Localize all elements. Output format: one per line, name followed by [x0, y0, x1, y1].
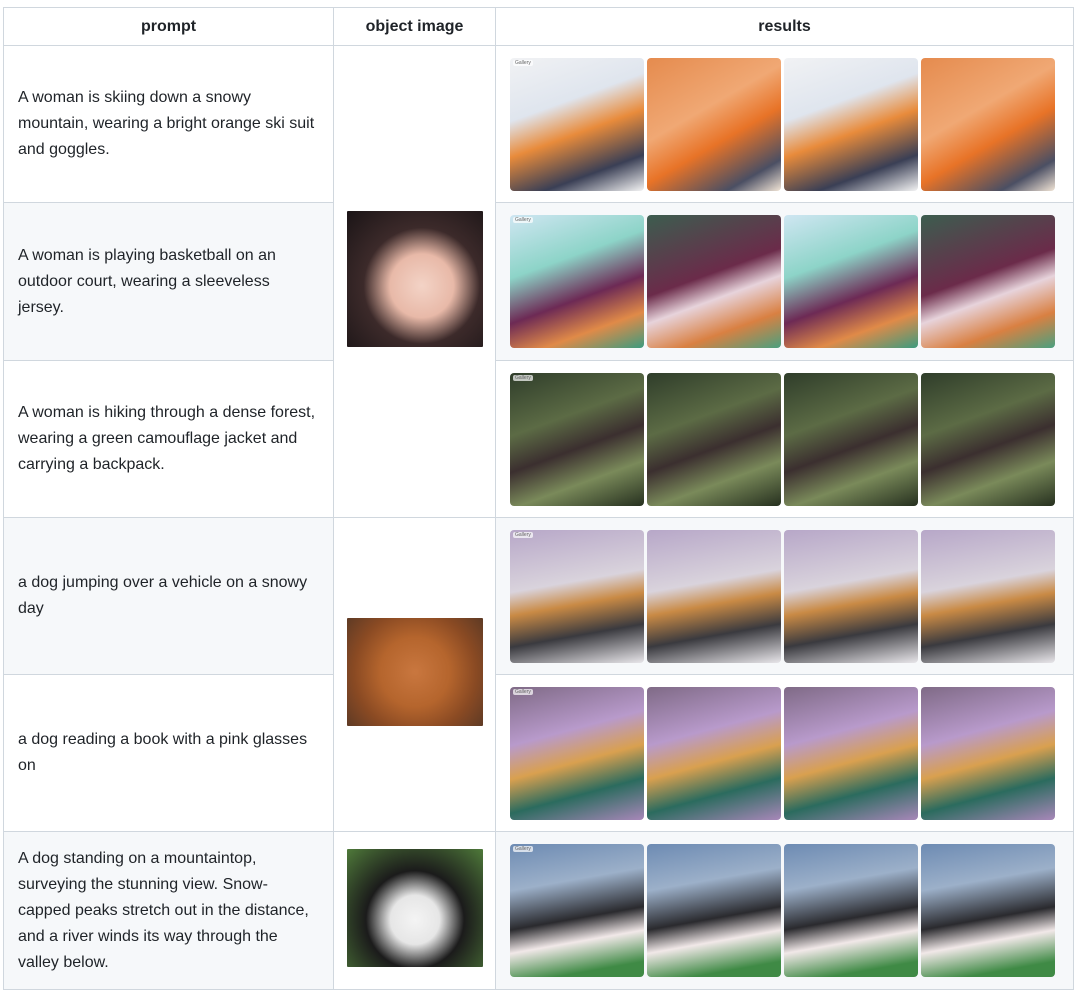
object-image-cell — [333, 831, 496, 990]
prompt-cell: a dog reading a book with a pink glasses… — [3, 674, 334, 832]
result-image: Gallery — [510, 529, 644, 663]
table-row: A woman is hiking through a dense forest… — [3, 360, 1074, 518]
result-image — [647, 686, 781, 820]
result-image — [921, 215, 1055, 348]
prompt-cell: A woman is hiking through a dense forest… — [3, 360, 334, 518]
result-image — [921, 844, 1055, 977]
result-image: Gallery — [510, 215, 644, 348]
table-row: A dog standing on a mountaintop, surveyi… — [3, 831, 1074, 990]
results-cell: Gallery — [495, 517, 1074, 675]
table-row: A woman is playing basketball on an outd… — [3, 202, 1074, 361]
result-image — [647, 529, 781, 663]
header-results: results — [495, 7, 1074, 46]
results-cell: Gallery — [495, 202, 1074, 361]
result-image — [784, 686, 918, 820]
object-image-dog-border-collie — [346, 849, 483, 967]
prompt-cell: A woman is skiing down a snowy mountain,… — [3, 45, 334, 203]
result-image — [647, 372, 781, 506]
result-image — [647, 57, 781, 191]
results-cell: Gallery — [495, 831, 1074, 990]
object-image-cell — [333, 517, 496, 832]
results-cell: Gallery — [495, 45, 1074, 203]
header-prompt: prompt — [3, 7, 334, 46]
result-image: Gallery — [510, 372, 644, 506]
result-image: Gallery — [510, 57, 644, 191]
table-row: A woman is skiing down a snowy mountain,… — [3, 45, 1074, 518]
result-image — [784, 529, 918, 663]
result-image — [647, 215, 781, 348]
result-image — [647, 844, 781, 977]
table-row: a dog jumping over a vehicle on a snowy … — [3, 517, 1074, 832]
prompt-cell: A dog standing on a mountaintop, surveyi… — [3, 831, 334, 990]
result-image — [921, 372, 1055, 506]
gallery-tag: Gallery — [513, 688, 533, 695]
object-image-woman — [346, 211, 483, 347]
results-cell: Gallery — [495, 674, 1074, 832]
object-image-cell — [333, 45, 496, 518]
gallery-tag: Gallery — [513, 59, 533, 66]
result-image — [784, 372, 918, 506]
header-row: prompt object image results — [3, 7, 1074, 46]
gallery-tag: Gallery — [513, 531, 533, 538]
object-image-dog — [346, 618, 483, 726]
result-image — [921, 686, 1055, 820]
result-image — [921, 57, 1055, 191]
prompt-cell: a dog jumping over a vehicle on a snowy … — [3, 517, 334, 675]
result-image: Gallery — [510, 686, 644, 820]
result-image — [784, 215, 918, 348]
result-image — [784, 57, 918, 191]
results-cell: Gallery — [495, 360, 1074, 518]
result-image: Gallery — [510, 844, 644, 977]
result-image — [921, 529, 1055, 663]
gallery-tag: Gallery — [513, 846, 533, 852]
result-image — [784, 844, 918, 977]
results-table: prompt object image results A woman is s… — [3, 7, 1074, 990]
gallery-tag: Gallery — [513, 374, 533, 381]
table-row: a dog reading a book with a pink glasses… — [3, 674, 1074, 832]
header-object-image: object image — [333, 7, 496, 46]
prompt-cell: A woman is playing basketball on an outd… — [3, 202, 334, 361]
gallery-tag: Gallery — [513, 217, 533, 223]
